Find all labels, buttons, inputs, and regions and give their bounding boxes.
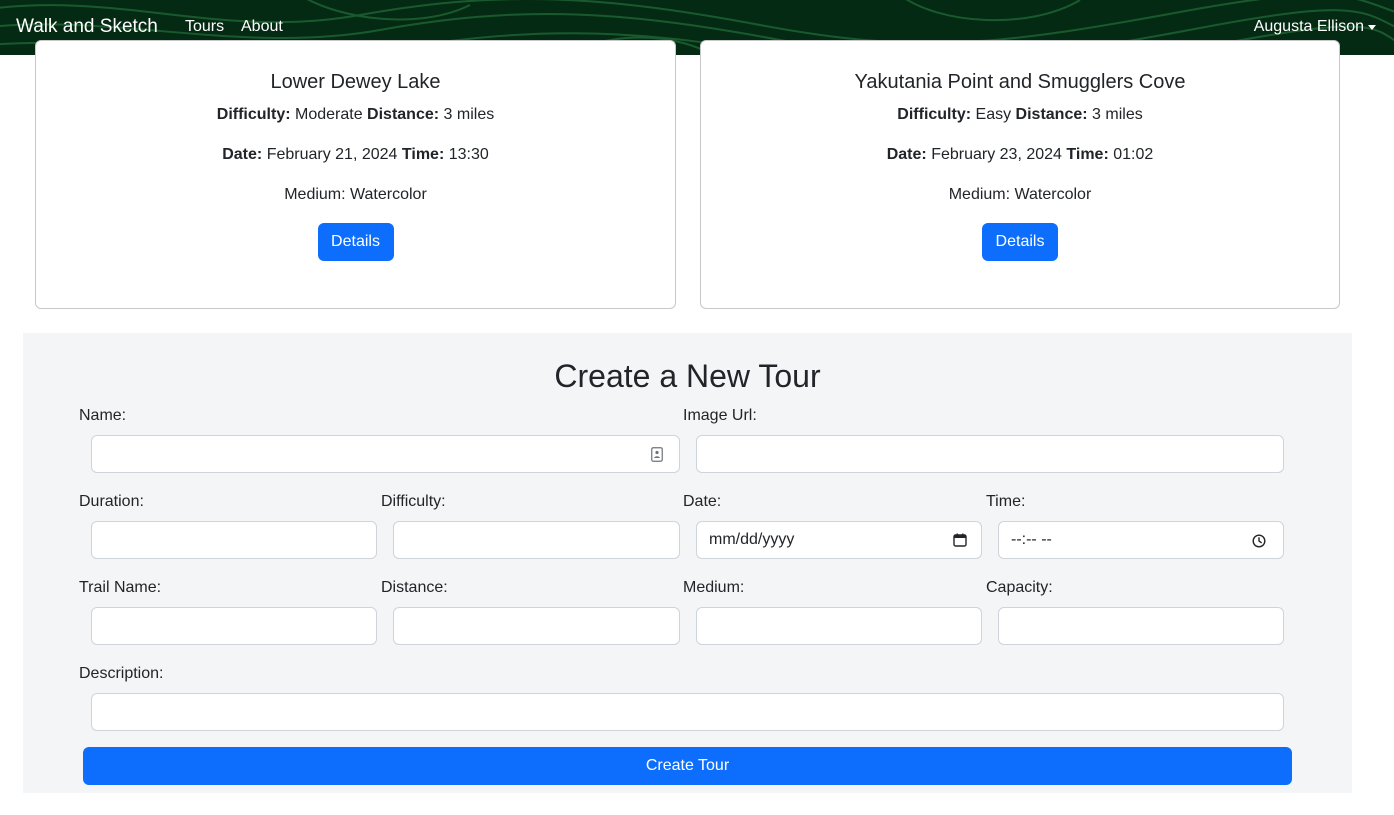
duration-label: Duration: xyxy=(79,493,144,510)
tour-difficulty-distance: Difficulty: Moderate Distance: 3 miles xyxy=(216,106,495,123)
image-url-input[interactable] xyxy=(696,435,1284,473)
name-input[interactable] xyxy=(91,435,680,473)
tour-difficulty-distance: Difficulty: Easy Distance: 3 miles xyxy=(897,106,1143,123)
tour-date-time: Date: February 21, 2024 Time: 13:30 xyxy=(222,146,489,163)
time-label: Time: xyxy=(986,493,1026,510)
name-label: Name: xyxy=(79,407,127,424)
date-label: Date: xyxy=(683,493,722,510)
caret-down-icon xyxy=(1368,24,1376,30)
user-menu-dropdown[interactable]: Augusta Ellison xyxy=(1254,18,1376,36)
capacity-input[interactable] xyxy=(998,607,1284,645)
capacity-label: Capacity: xyxy=(986,579,1053,596)
tour-card: Lower Dewey Lake Difficulty: Moderate Di… xyxy=(35,40,676,309)
medium-input[interactable] xyxy=(696,607,982,645)
tour-date-time: Date: February 23, 2024 Time: 01:02 xyxy=(886,146,1154,163)
contact-card-icon xyxy=(651,447,663,462)
distance-label: Distance: xyxy=(381,579,448,596)
nav-link-about[interactable]: About xyxy=(241,18,283,36)
description-input[interactable] xyxy=(91,693,1284,731)
distance-input[interactable] xyxy=(393,607,680,645)
details-button[interactable]: Details xyxy=(982,223,1058,261)
difficulty-label: Difficulty: xyxy=(381,493,446,510)
trail-name-input[interactable] xyxy=(91,607,377,645)
image-url-label: Image Url: xyxy=(683,407,757,424)
create-tour-form: Create a New Tour Name: Image Url: Durat… xyxy=(23,333,1352,793)
brand-link[interactable]: Walk and Sketch xyxy=(16,16,158,38)
tour-medium: Medium: Watercolor xyxy=(284,186,427,203)
tour-card: Yakutania Point and Smugglers Cove Diffi… xyxy=(700,40,1340,309)
form-title: Create a New Tour xyxy=(554,358,821,394)
difficulty-input[interactable] xyxy=(393,521,680,559)
user-name: Augusta Ellison xyxy=(1253,18,1364,35)
description-label: Description: xyxy=(79,665,164,682)
medium-label: Medium: xyxy=(683,579,745,596)
date-placeholder: mm/dd/yyyy xyxy=(709,531,795,548)
date-input[interactable]: mm/dd/yyyy xyxy=(696,521,982,559)
trail-name-label: Trail Name: xyxy=(79,579,162,596)
duration-input[interactable] xyxy=(91,521,377,559)
nav-link-tours[interactable]: Tours xyxy=(185,18,224,36)
time-placeholder: --:-- -- xyxy=(1011,531,1052,548)
calendar-icon[interactable] xyxy=(953,533,967,547)
create-tour-button[interactable]: Create Tour xyxy=(83,747,1292,785)
tour-title: Yakutania Point and Smugglers Cove xyxy=(854,71,1186,93)
details-button[interactable]: Details xyxy=(317,223,394,261)
clock-icon[interactable] xyxy=(1252,534,1266,548)
tour-title: Lower Dewey Lake xyxy=(270,71,441,93)
tour-medium: Medium: Watercolor xyxy=(948,186,1092,203)
time-input[interactable]: --:-- -- xyxy=(998,521,1284,559)
